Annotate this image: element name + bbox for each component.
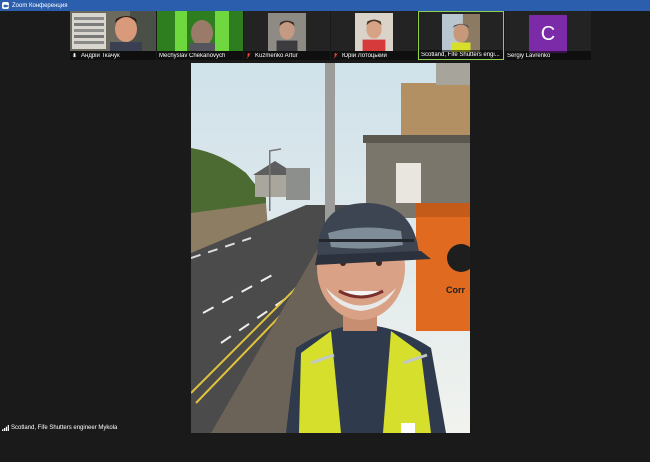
avatar: C	[529, 15, 567, 53]
participant-name-bar: Mechyslav Chekanovych	[157, 51, 243, 60]
avatar-letter: C	[540, 22, 556, 45]
active-speaker-label: Scotland, Fife Shutters engineer Mykola	[2, 423, 117, 433]
participant-name-bar: Юрій Лотоцький	[331, 51, 417, 60]
microphone-icon	[72, 52, 77, 57]
participant-video	[268, 13, 306, 51]
participant-name: Sergiy Lavrenko	[507, 52, 551, 59]
muted-microphone-icon	[333, 52, 338, 59]
zoom-window: Zoom Конференция Андрій Ткачук Mechyslav…	[0, 0, 650, 462]
window-title: Zoom Конференция	[12, 2, 68, 9]
active-speaker-name: Scotland, Fife Shutters engineer Mykola	[11, 425, 118, 431]
box-sign-text: Corr	[446, 285, 465, 295]
participant-name-bar: Sergiy Lavrenko	[505, 51, 591, 60]
active-speaker-video[interactable]: Corr	[191, 63, 470, 433]
title-bar: Zoom Конференция	[0, 0, 650, 11]
speaker-video-frame: Corr	[191, 63, 470, 433]
participant-tile-active[interactable]: Scotland, Fife Shutters engi...	[418, 11, 504, 60]
participant-video	[355, 13, 393, 51]
participant-tile[interactable]: Kuzmenko Artur	[244, 11, 330, 60]
participant-name: Kuzmenko Artur	[255, 52, 298, 59]
participant-tile[interactable]: Mechyslav Chekanovych	[157, 11, 243, 60]
participant-name-bar: Scotland, Fife Shutters engi...	[419, 50, 503, 59]
participant-tile[interactable]: Юрій Лотоцький	[331, 11, 417, 60]
muted-microphone-icon	[246, 52, 251, 59]
participant-name: Scotland, Fife Shutters engi...	[421, 51, 500, 58]
participant-name-bar: Андрій Ткачук	[70, 51, 156, 60]
participant-name: Андрій Ткачук	[81, 52, 120, 59]
zoom-app-icon	[2, 2, 9, 9]
participant-name-bar: Kuzmenko Artur	[244, 51, 330, 60]
participant-name: Mechyslav Chekanovych	[159, 52, 226, 59]
participant-tile[interactable]: Андрій Ткачук	[70, 11, 156, 60]
signal-strength-icon	[2, 425, 9, 431]
participant-name: Юрій Лотоцький	[342, 52, 387, 59]
participant-video	[442, 14, 480, 52]
participant-video	[70, 11, 156, 51]
participant-gallery: Андрій Ткачук Mechyslav Chekanovych Kuzm…	[70, 11, 591, 61]
participant-tile[interactable]: C Sergiy Lavrenko	[505, 11, 591, 60]
participant-video	[157, 11, 243, 51]
